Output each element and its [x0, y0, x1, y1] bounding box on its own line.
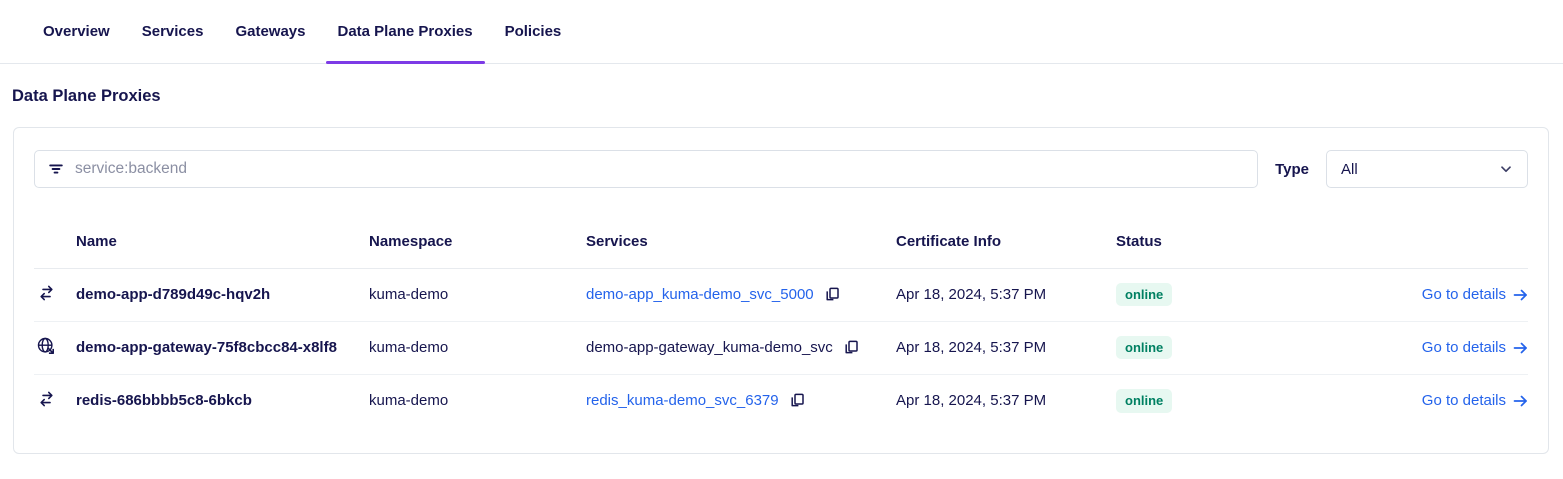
go-to-details-label: Go to details: [1421, 392, 1506, 410]
copy-icon[interactable]: [843, 339, 860, 356]
proxy-namespace: kuma-demo: [369, 392, 449, 410]
table-row: demo-app-gateway-75f8cbcc84-x8lf8 kuma-d…: [34, 320, 1528, 374]
proxy-table: Name Namespace Services Certificate Info…: [34, 215, 1528, 427]
go-to-details-link[interactable]: Go to details: [1422, 339, 1528, 356]
filter-row: Type All: [14, 150, 1548, 188]
certificate-date: Apr 18, 2024, 5:37 PM: [896, 339, 1047, 356]
filter-icon: [49, 164, 63, 174]
col-header-status: Status: [1116, 215, 1341, 269]
certificate-date: Apr 18, 2024, 5:37 PM: [896, 286, 1047, 303]
arrow-right-icon: [1513, 289, 1527, 300]
search-box[interactable]: [34, 150, 1259, 188]
col-header-name: Name: [76, 215, 369, 269]
proxy-table-wrap: Name Namespace Services Certificate Info…: [14, 215, 1548, 427]
tab-policies[interactable]: Policies: [493, 0, 574, 63]
tab-gateways[interactable]: Gateways: [223, 0, 317, 63]
table-header-row: Name Namespace Services Certificate Info…: [34, 215, 1528, 269]
proxy-name: demo-app-d789d49c-hqv2h: [76, 286, 271, 303]
type-label: Type: [1275, 160, 1309, 178]
tab-bar: Overview Services Gateways Data Plane Pr…: [0, 0, 1563, 64]
proxy-name: demo-app-gateway-75f8cbcc84-x8lf8: [76, 339, 337, 356]
search-input[interactable]: [75, 160, 1245, 178]
service-name[interactable]: redis_kuma-demo_svc_6379: [586, 392, 779, 409]
tab-overview[interactable]: Overview: [31, 0, 122, 63]
table-row: redis-686bbbb5c8-6bkcb kuma-demo redis_k…: [34, 373, 1528, 427]
copy-icon[interactable]: [824, 286, 841, 303]
col-header-icon: [34, 215, 76, 269]
proxy-namespace: kuma-demo: [369, 339, 449, 356]
col-header-namespace: Namespace: [369, 215, 586, 269]
proxy-icon: [36, 285, 57, 301]
go-to-details-label: Go to details: [1421, 286, 1506, 303]
proxy-icon: [36, 391, 57, 407]
service-name[interactable]: demo-app-gateway_kuma-demo_svc: [586, 339, 833, 356]
status-badge: online: [1116, 335, 1173, 360]
proxy-name: redis-686bbbb5c8-6bkcb: [76, 392, 252, 410]
page-title: Data Plane Proxies: [12, 87, 161, 105]
type-select[interactable]: All: [1326, 150, 1528, 188]
proxy-namespace: kuma-demo: [369, 286, 449, 303]
service-name[interactable]: demo-app_kuma-demo_svc_5000: [586, 286, 814, 303]
copy-icon[interactable]: [789, 392, 806, 409]
table-row: demo-app-d789d49c-hqv2h kuma-demo demo-a…: [34, 268, 1528, 321]
arrow-right-icon: [1513, 395, 1527, 407]
col-header-certificate-info: Certificate Info: [896, 215, 1116, 269]
col-header-services: Services: [586, 215, 896, 269]
go-to-details-link[interactable]: Go to details: [1422, 392, 1528, 409]
chevron-down-icon: [1501, 166, 1511, 173]
gateway-icon: [36, 336, 56, 356]
go-to-details-label: Go to details: [1421, 339, 1506, 356]
type-select-value: All: [1341, 160, 1358, 178]
col-header-details: [1341, 215, 1528, 269]
tab-data-plane-proxies[interactable]: Data Plane Proxies: [325, 0, 485, 64]
tab-services[interactable]: Services: [130, 0, 216, 63]
go-to-details-link[interactable]: Go to details: [1422, 286, 1528, 303]
certificate-date: Apr 18, 2024, 5:37 PM: [896, 392, 1047, 410]
status-badge: online: [1116, 388, 1173, 413]
arrow-right-icon: [1513, 342, 1527, 353]
status-badge: online: [1116, 282, 1173, 307]
data-plane-proxies-card: Type All Name Namespace Services Certifi…: [13, 127, 1549, 454]
proxy-table-body: demo-app-d789d49c-hqv2h kuma-demo demo-a…: [34, 268, 1528, 427]
